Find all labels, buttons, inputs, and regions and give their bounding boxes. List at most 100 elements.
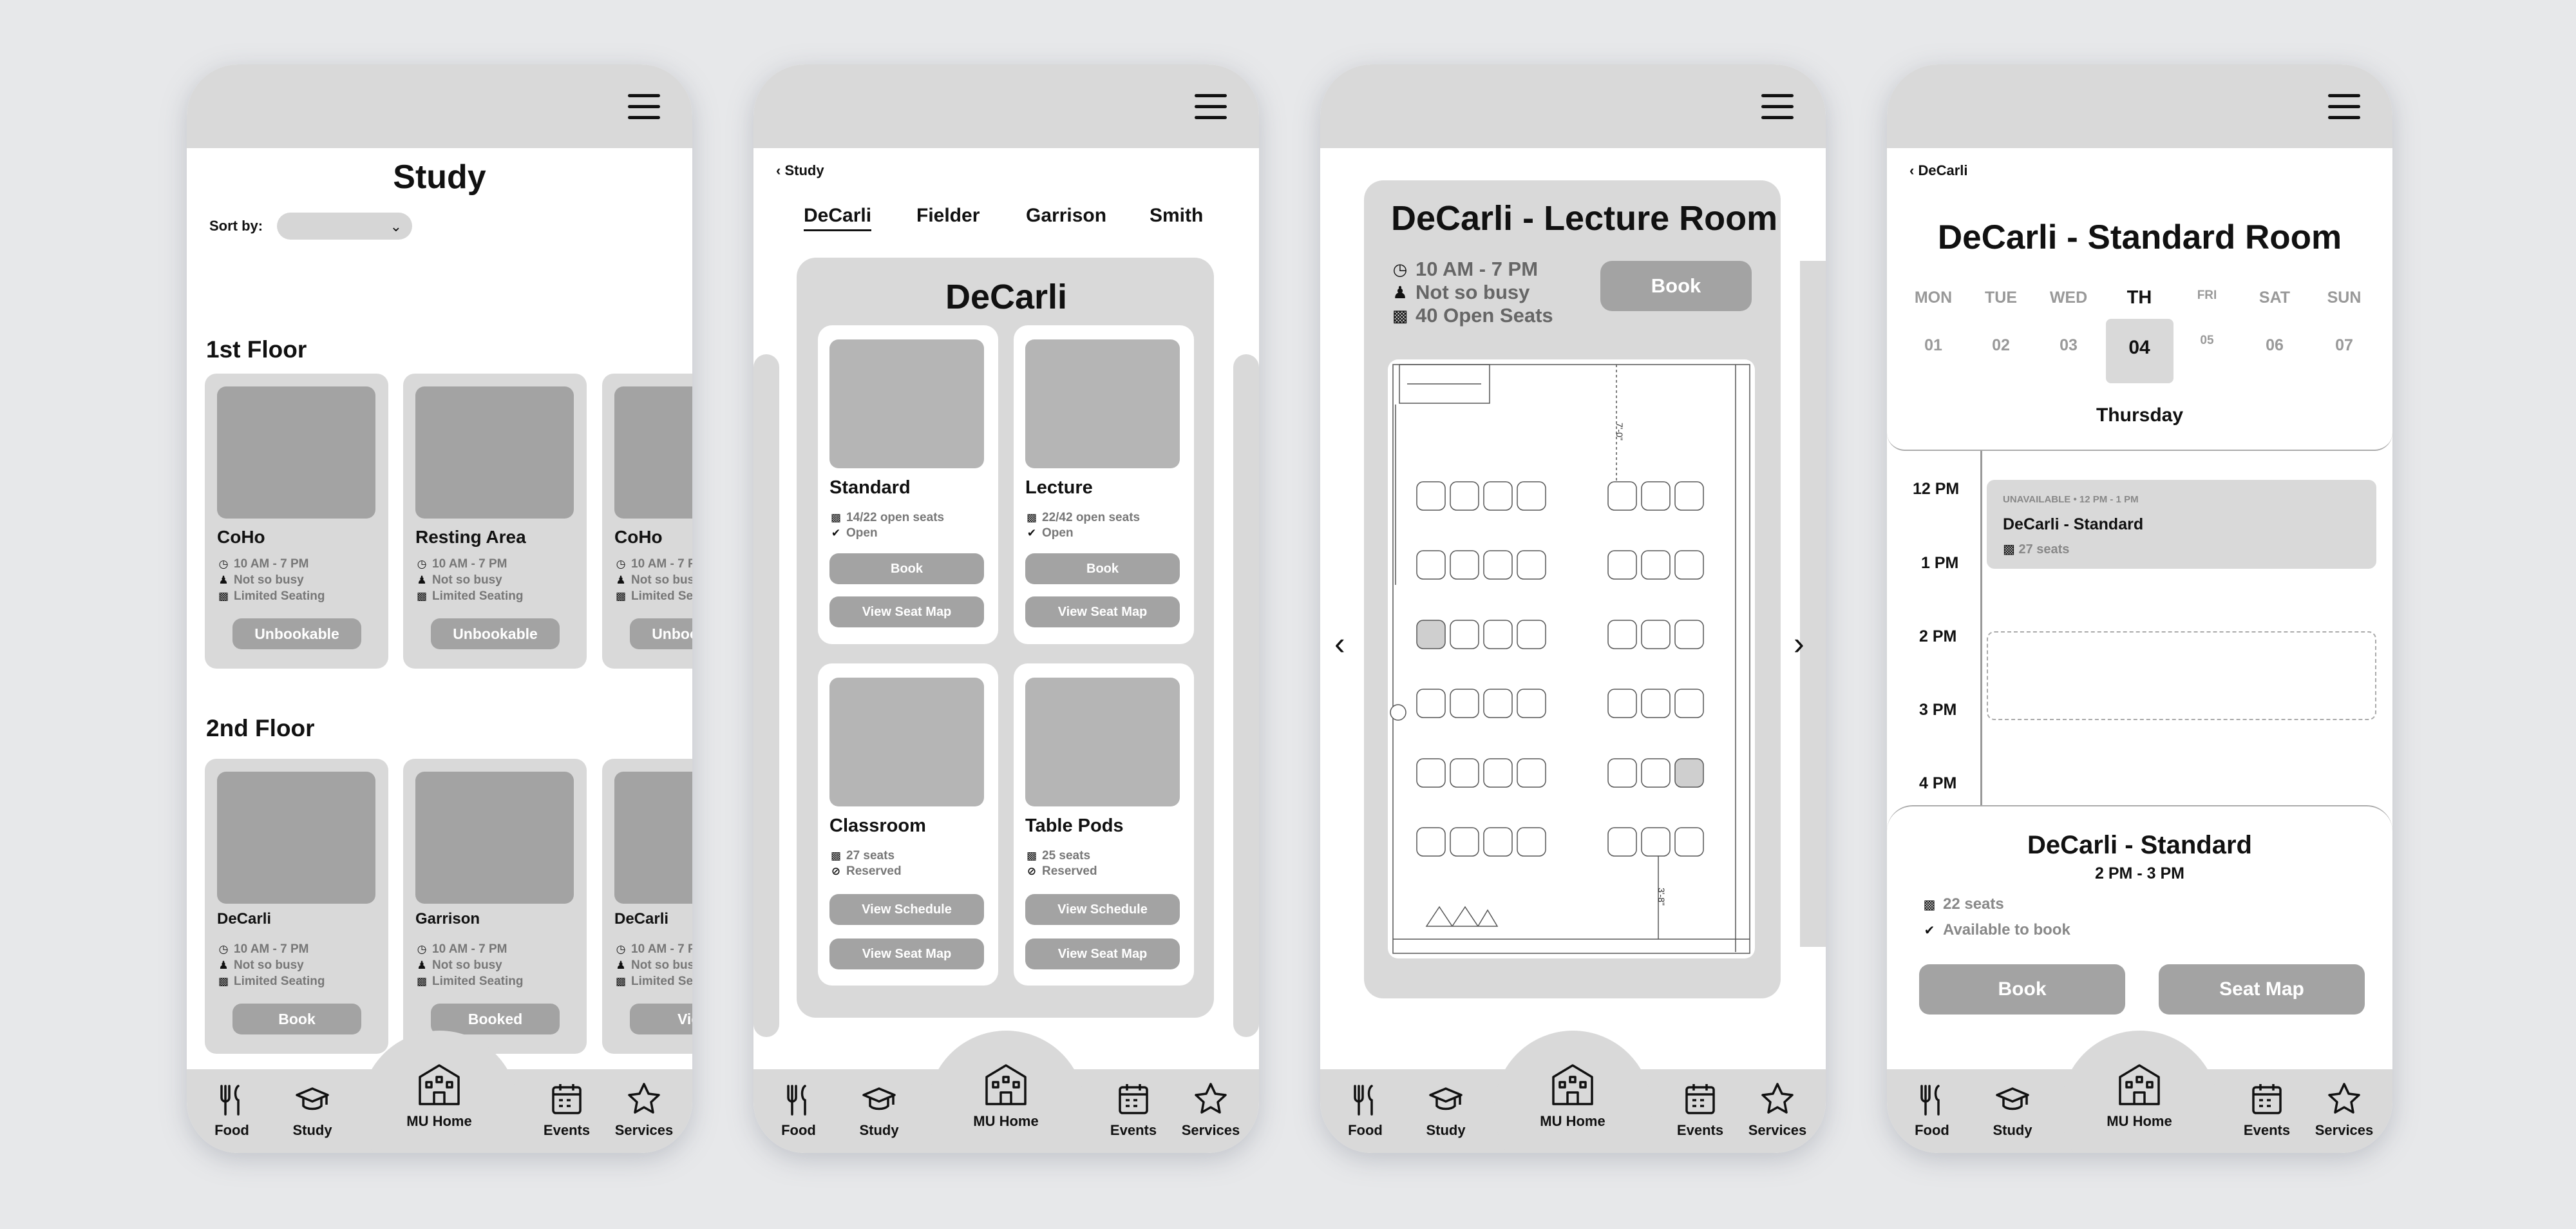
seat[interactable] [1641, 481, 1671, 511]
menu-icon[interactable] [1195, 94, 1227, 120]
room-card-standard[interactable]: Standard ▩ 14/22 open seats ✔ Open Book Vi… [818, 325, 998, 644]
view-schedule-button[interactable]: View Schedule [1025, 894, 1180, 925]
seat[interactable] [1416, 827, 1446, 857]
seat[interactable] [1416, 689, 1446, 718]
room-card-lecture[interactable]: Lecture ▩ 22/42 open seats ✔ Open Book Vie… [1014, 325, 1194, 644]
seat[interactable] [1416, 550, 1446, 580]
nav-home[interactable]: MU Home [2094, 1063, 2184, 1130]
day-wed[interactable]: WED 03 [2043, 289, 2094, 355]
room-card-classroom[interactable]: Classroom ▩ 27 seats ⊘ Reserved View Sched… [818, 663, 998, 986]
day-fri[interactable]: FRI 05 [2181, 289, 2233, 348]
seat[interactable] [1641, 758, 1671, 788]
view-seat-map-button[interactable]: View Seat Map [829, 596, 984, 627]
view-seat-map-button[interactable]: View Seat Map [1025, 938, 1180, 969]
seat[interactable] [1517, 481, 1546, 511]
seat[interactable] [1483, 758, 1513, 788]
study-card[interactable]: DeCarli ◷10 AM - 7 PM ♟Not so busy ▩Limi… [602, 759, 692, 1054]
seat[interactable] [1483, 620, 1513, 649]
booked-button[interactable]: Booked [431, 1004, 560, 1034]
seat[interactable] [1607, 481, 1637, 511]
nav-study[interactable]: Study [1401, 1082, 1491, 1139]
unbookable-button[interactable]: Unbookable [431, 618, 560, 649]
booking-event[interactable]: UNAVAILABLE • 12 PM - 1 PM DeCarli - Sta… [1987, 480, 2376, 569]
nav-home[interactable]: MU Home [1528, 1063, 1618, 1130]
seat[interactable] [1450, 481, 1479, 511]
nav-study[interactable]: Study [267, 1082, 357, 1139]
nav-food[interactable]: Food [753, 1082, 844, 1139]
day-sat[interactable]: SAT 06 [2249, 289, 2300, 355]
seat[interactable] [1416, 758, 1446, 788]
nav-events[interactable]: Events [522, 1082, 612, 1139]
tab-garrison[interactable]: Garrison [1026, 205, 1106, 227]
seat[interactable] [1641, 827, 1671, 857]
day-mon[interactable]: MON 01 [1908, 289, 1959, 355]
unbookable-button[interactable]: Unbookable [630, 618, 692, 649]
seat-map-button[interactable]: Seat Map [2159, 964, 2365, 1015]
book-button[interactable]: Book [1025, 553, 1180, 584]
seat[interactable] [1641, 689, 1671, 718]
book-button[interactable]: Book [1600, 261, 1752, 311]
nav-events[interactable]: Events [2222, 1082, 2312, 1139]
chevron-left-icon[interactable]: ‹ [1334, 625, 1345, 662]
seat[interactable] [1674, 481, 1704, 511]
nav-events[interactable]: Events [1088, 1082, 1179, 1139]
seat[interactable] [1483, 827, 1513, 857]
seat[interactable] [1517, 758, 1546, 788]
study-card[interactable]: CoHo ◷10 AM - 7 PM ♟Not so busy ▩Limited… [205, 374, 388, 669]
view-seat-map-button[interactable]: View Seat Map [1025, 596, 1180, 627]
seat[interactable] [1607, 758, 1637, 788]
book-button[interactable]: Book [232, 1004, 361, 1034]
seat[interactable] [1607, 620, 1637, 649]
sort-select[interactable]: ⌄ [277, 213, 412, 240]
seat[interactable] [1483, 481, 1513, 511]
menu-icon[interactable] [628, 94, 660, 120]
nav-home[interactable]: MU Home [394, 1063, 484, 1130]
nav-study[interactable]: Study [1967, 1082, 2058, 1139]
nav-food[interactable]: Food [1320, 1082, 1410, 1139]
study-card[interactable]: CoHo ◷10 AM - 7 PM ♟Not so busy ▩Limited… [602, 374, 692, 669]
nav-services[interactable]: Services [1732, 1082, 1823, 1139]
chevron-right-icon[interactable]: › [1794, 625, 1804, 662]
seat[interactable] [1416, 620, 1446, 649]
menu-icon[interactable] [1761, 94, 1794, 120]
seat[interactable] [1483, 689, 1513, 718]
unbookable-button[interactable]: Unbookable [232, 618, 361, 649]
selected-time-slot[interactable] [1987, 631, 2376, 720]
seat[interactable] [1674, 758, 1704, 788]
study-card[interactable]: DeCarli ◷10 AM - 7 PM ♟Not so busy ▩Limi… [205, 759, 388, 1054]
seat[interactable] [1416, 481, 1446, 511]
view-schedule-button[interactable]: View Schedule [829, 894, 984, 925]
nav-services[interactable]: Services [2299, 1082, 2389, 1139]
seat[interactable] [1450, 550, 1479, 580]
seat[interactable] [1641, 550, 1671, 580]
view-seat-map-button[interactable]: View Seat Map [829, 938, 984, 969]
seat[interactable] [1450, 758, 1479, 788]
seat[interactable] [1517, 620, 1546, 649]
tab-smith[interactable]: Smith [1150, 205, 1203, 227]
seat[interactable] [1517, 827, 1546, 857]
seat[interactable] [1641, 620, 1671, 649]
study-card[interactable]: Resting Area ◷ 10 AM - 7 PM ♟ Not so busy … [403, 374, 587, 669]
seat[interactable] [1450, 827, 1479, 857]
tab-fielder[interactable]: Fielder [916, 205, 980, 227]
day-sun[interactable]: SUN 07 [2318, 289, 2370, 355]
tab-decarli[interactable]: DeCarli [804, 205, 872, 231]
nav-food[interactable]: Food [187, 1082, 277, 1139]
day-tue[interactable]: TUE 02 [1975, 289, 2027, 355]
seat[interactable] [1450, 689, 1479, 718]
nav-home[interactable]: MU Home [961, 1063, 1051, 1130]
book-button[interactable]: Book [1919, 964, 2125, 1015]
seat[interactable] [1517, 689, 1546, 718]
seat[interactable] [1607, 689, 1637, 718]
seat[interactable] [1674, 689, 1704, 718]
nav-services[interactable]: Services [599, 1082, 689, 1139]
nav-services[interactable]: Services [1166, 1082, 1256, 1139]
seat[interactable] [1674, 620, 1704, 649]
seat[interactable] [1607, 550, 1637, 580]
seat[interactable] [1607, 827, 1637, 857]
book-button[interactable]: Book [829, 553, 984, 584]
back-link[interactable]: ‹ DeCarli [1909, 162, 1968, 179]
nav-study[interactable]: Study [834, 1082, 924, 1139]
view-button[interactable]: View [630, 1004, 692, 1034]
day-thu[interactable]: TH 04 [2114, 287, 2165, 359]
